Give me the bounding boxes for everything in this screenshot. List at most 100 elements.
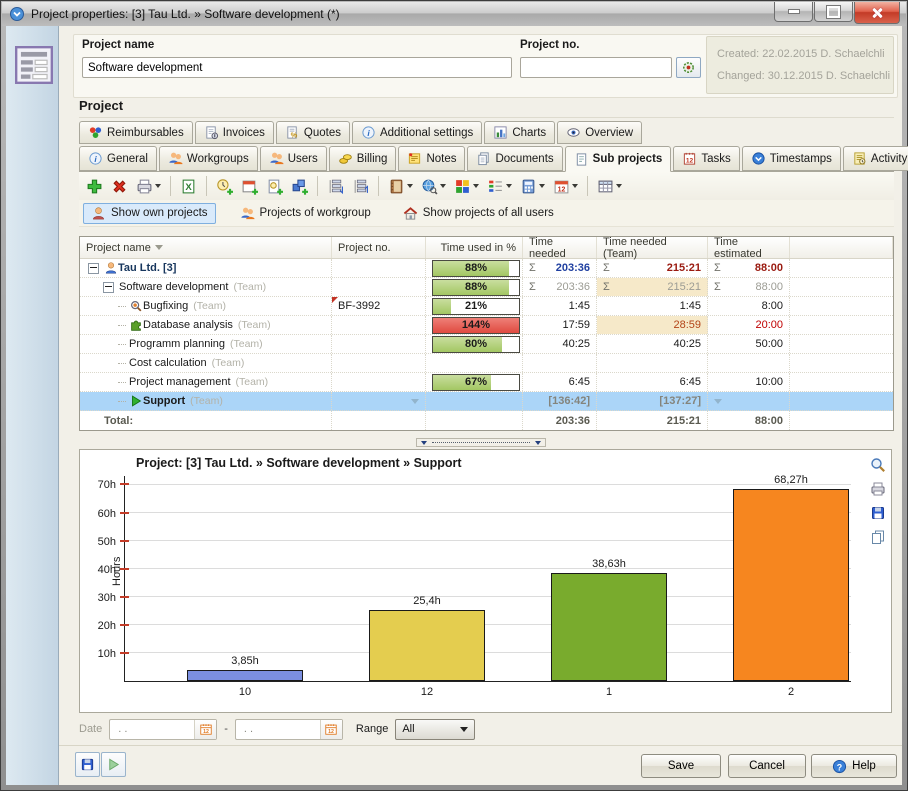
cell-total-team: 215:21 bbox=[597, 411, 708, 430]
toolbar-calendar-add-button[interactable] bbox=[238, 176, 261, 197]
table-row-support[interactable]: Support(Team)[136:42][137:27] bbox=[80, 392, 893, 411]
tab-notes[interactable]: Notes bbox=[398, 146, 465, 171]
toolbar-globe-search-button[interactable] bbox=[418, 176, 449, 197]
toolbar-color-list-button[interactable] bbox=[484, 176, 515, 197]
cancel-button[interactable]: Cancel bbox=[728, 754, 806, 778]
column-header-time-estimated[interactable]: Time estimated bbox=[708, 237, 790, 258]
date-to-calendar-button[interactable]: 12 bbox=[320, 720, 342, 739]
tab-billing[interactable]: Billing bbox=[329, 146, 397, 171]
chevron-down-icon[interactable] bbox=[473, 184, 479, 188]
tab-label: Sub projects bbox=[593, 153, 663, 165]
chart-bar-12[interactable] bbox=[369, 610, 485, 681]
print-chart-button[interactable] bbox=[870, 481, 886, 497]
view-show-own-projects[interactable]: Show own projects bbox=[83, 203, 216, 224]
toolbar-delete-button[interactable] bbox=[108, 176, 131, 197]
quick-save-button[interactable] bbox=[75, 752, 100, 777]
date-to-input[interactable]: . . 12 bbox=[235, 719, 343, 740]
start-timer-button[interactable] bbox=[101, 752, 126, 777]
tab-documents[interactable]: Documents bbox=[467, 146, 562, 171]
properties-form-icon[interactable] bbox=[15, 46, 53, 94]
column-header-time-needed[interactable]: Time needed bbox=[523, 237, 597, 258]
view-projects-of-workgroup[interactable]: Projects of workgroup bbox=[232, 203, 379, 224]
toolbar-calculator-button[interactable] bbox=[517, 176, 548, 197]
toolbar-color-squares-button[interactable] bbox=[451, 176, 482, 197]
tab-overview[interactable]: Overview bbox=[557, 121, 642, 144]
column-header-project-name[interactable]: Project name bbox=[80, 237, 332, 258]
chevron-down-icon[interactable] bbox=[407, 184, 413, 188]
chart-bar-1[interactable] bbox=[551, 573, 667, 681]
column-header-project-no[interactable]: Project no. bbox=[332, 237, 426, 258]
tab-users[interactable]: Users bbox=[260, 146, 327, 171]
toolbar-tree-expand-button[interactable] bbox=[324, 176, 347, 197]
range-select[interactable]: All bbox=[395, 719, 475, 740]
toolbar-add-button[interactable] bbox=[83, 176, 106, 197]
chevron-down-icon[interactable] bbox=[155, 184, 161, 188]
save-button[interactable]: Save bbox=[641, 754, 721, 778]
tab-workgroups[interactable]: Workgroups bbox=[159, 146, 258, 171]
tab-quotes[interactable]: %Quotes bbox=[276, 121, 350, 144]
tab-reimbursables[interactable]: Reimbursables bbox=[79, 121, 193, 144]
toolbar-print-button[interactable] bbox=[133, 176, 164, 197]
toolbar-doc-clock-add-button[interactable] bbox=[263, 176, 286, 197]
chevron-down-icon[interactable] bbox=[506, 184, 512, 188]
column-header-label: Time used in % bbox=[441, 242, 516, 254]
table-row-cost-calculation[interactable]: Cost calculation(Team) bbox=[80, 354, 893, 373]
minimize-button[interactable] bbox=[774, 2, 813, 22]
toolbar-tree-collapse-button[interactable] bbox=[349, 176, 372, 197]
copy-chart-button[interactable] bbox=[870, 529, 886, 545]
toolbar-excel-button[interactable]: X bbox=[177, 176, 200, 197]
save-chart-button[interactable] bbox=[870, 505, 886, 521]
chevron-down-icon[interactable] bbox=[539, 184, 545, 188]
time-value: 6:45 bbox=[569, 376, 590, 388]
table-row-tau-ltd-3[interactable]: Tau Ltd. [3]88%Σ203:36Σ215:21Σ88:00 bbox=[80, 259, 893, 278]
tab-general[interactable]: iGeneral bbox=[79, 146, 157, 171]
toolbar-grid-table-button[interactable] bbox=[594, 176, 625, 197]
generate-number-button[interactable] bbox=[676, 57, 701, 78]
minimize-icon bbox=[788, 9, 800, 14]
table-row-software-development[interactable]: Software development(Team)88%Σ203:36Σ215… bbox=[80, 278, 893, 297]
toolbar-calendar12-button[interactable]: 12 bbox=[550, 176, 581, 197]
tab-label: Workgroups bbox=[187, 153, 249, 165]
toolbar-cubes-add-button[interactable] bbox=[288, 176, 311, 197]
table-row-bugfixing[interactable]: Bugfixing(Team)BF-399221%1:451:458:00 bbox=[80, 297, 893, 316]
chart-bar-10[interactable] bbox=[187, 670, 303, 681]
table-row-programm-planning[interactable]: Programm planning(Team)80%40:2540:2550:0… bbox=[80, 335, 893, 354]
date-from-input[interactable]: . . 12 bbox=[109, 719, 217, 740]
chart-bar-2[interactable] bbox=[733, 489, 849, 681]
date-from-calendar-button[interactable]: 12 bbox=[194, 720, 216, 739]
expand-box[interactable] bbox=[103, 282, 114, 293]
chevron-down-icon[interactable] bbox=[714, 399, 722, 404]
chevron-down-icon[interactable] bbox=[440, 184, 446, 188]
table-row-database-analysis[interactable]: Database analysis(Team)144%17:5928:5920:… bbox=[80, 316, 893, 335]
sort-descending-icon[interactable] bbox=[155, 245, 163, 250]
splitter-handle[interactable] bbox=[416, 438, 546, 447]
chevron-down-icon[interactable] bbox=[572, 184, 578, 188]
close-button[interactable] bbox=[854, 2, 900, 24]
toolbar-addressbook-button[interactable] bbox=[385, 176, 416, 197]
chevron-down-icon[interactable] bbox=[616, 184, 622, 188]
maximize-button[interactable] bbox=[814, 2, 853, 22]
tab-timestamps[interactable]: Timestamps bbox=[742, 146, 841, 171]
column-header-time-needed-team[interactable]: Time needed (Team) bbox=[597, 237, 708, 258]
toolbar-clock-add-button[interactable] bbox=[213, 176, 236, 197]
view-show-projects-of-all-users[interactable]: Show projects of all users bbox=[395, 203, 562, 224]
tab-additional-settings[interactable]: iAdditional settings bbox=[352, 121, 482, 144]
cell-time-estimated: 8:00 bbox=[708, 297, 790, 315]
zoom-chart-button[interactable] bbox=[870, 457, 886, 473]
tab-tasks[interactable]: 12Tasks bbox=[673, 146, 739, 171]
tab-invoices[interactable]: Invoices bbox=[195, 121, 274, 144]
tab-sub-projects[interactable]: Sub projects bbox=[565, 146, 672, 172]
expand-box[interactable] bbox=[88, 263, 99, 274]
floppy-icon bbox=[80, 757, 95, 772]
print-icon bbox=[136, 178, 153, 195]
titlebar[interactable]: Project properties: [3] Tau Ltd. » Softw… bbox=[2, 2, 906, 26]
chevron-down-icon[interactable] bbox=[411, 399, 419, 404]
tab-activity-report[interactable]: Activity Report bbox=[843, 146, 908, 171]
help-button[interactable]: ? Help bbox=[811, 754, 897, 778]
table-row-project-management[interactable]: Project management(Team)67%6:456:4510:00 bbox=[80, 373, 893, 392]
column-header-time-used-in[interactable]: Time used in % bbox=[426, 237, 523, 258]
tab-charts[interactable]: Charts bbox=[484, 121, 555, 144]
cell-time-used: 88% bbox=[426, 278, 523, 296]
project-name-input[interactable] bbox=[82, 57, 512, 78]
project-no-input[interactable] bbox=[520, 57, 672, 78]
